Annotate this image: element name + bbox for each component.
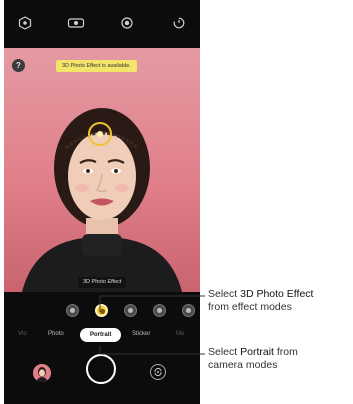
callout-text: Select — [208, 346, 241, 358]
callout-text: camera modes — [208, 359, 278, 371]
callout-lines — [99, 295, 205, 355]
callout-highlight: 3D Photo Effect — [240, 288, 314, 300]
callout-text: from effect modes — [208, 301, 292, 313]
callout-text: Select — [208, 288, 241, 300]
callout-effect-mode: Select 3D Photo Effect from effect modes — [208, 288, 313, 314]
callout-camera-mode: Select Portrait from camera modes — [208, 346, 298, 372]
callout-highlight: Portrait — [240, 346, 274, 358]
callout-text: from — [273, 346, 298, 358]
